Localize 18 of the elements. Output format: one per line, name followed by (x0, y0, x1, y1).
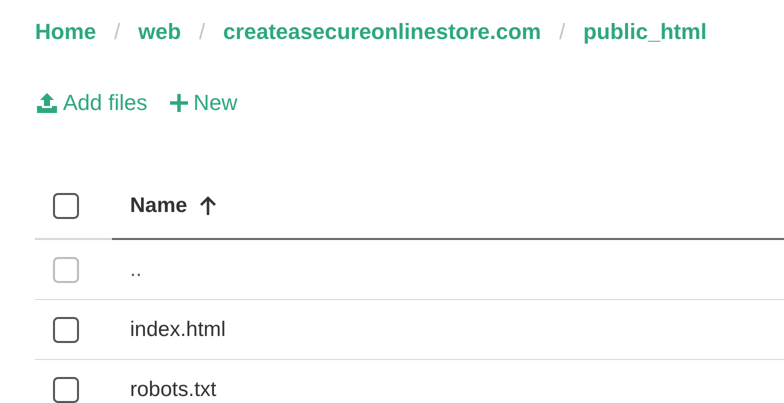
breadcrumb-separator: / (559, 19, 566, 45)
breadcrumb-separator: / (199, 19, 206, 45)
checkbox[interactable] (53, 193, 79, 219)
add-files-button[interactable]: Add files (35, 90, 148, 116)
file-name[interactable]: index.html (130, 318, 226, 342)
column-header[interactable]: Name (130, 194, 188, 218)
checkbox[interactable] (53, 376, 79, 402)
new-button[interactable]: New (169, 90, 238, 116)
breadcrumb-link[interactable]: Home (35, 19, 96, 45)
upload-icon (35, 92, 59, 114)
breadcrumb-link[interactable]: public_html (583, 19, 707, 45)
breadcrumb-link[interactable]: web (138, 19, 182, 45)
file-name[interactable]: robots.txt (130, 378, 216, 402)
arrow-up-icon[interactable] (199, 196, 218, 216)
plus-icon (169, 93, 190, 113)
breadcrumb-link[interactable]: createasecureonlinestore.com (223, 19, 542, 45)
checkbox[interactable] (53, 316, 79, 342)
breadcrumb-separator: / (114, 19, 120, 45)
